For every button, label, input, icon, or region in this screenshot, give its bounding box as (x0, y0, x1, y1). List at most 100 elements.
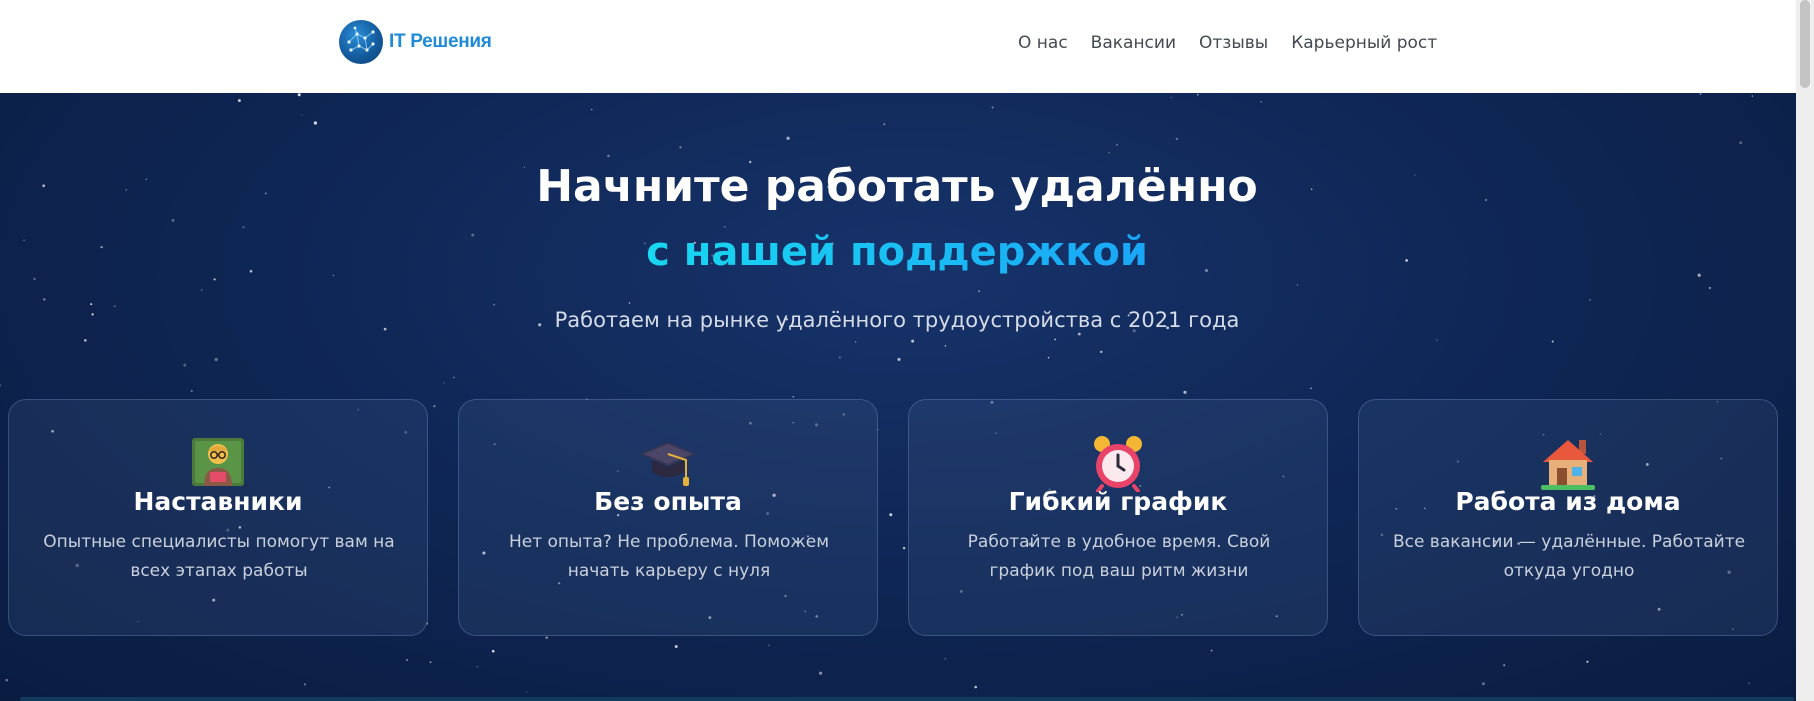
star (1551, 340, 1554, 343)
star (883, 123, 886, 126)
star (628, 302, 631, 304)
star (1196, 93, 1199, 96)
star (1054, 338, 1057, 341)
star (1481, 682, 1485, 686)
star (1170, 96, 1173, 99)
star (0, 384, 2, 387)
teacher-icon (9, 434, 427, 492)
hero-subtitle: с нашей поддержкой (0, 225, 1794, 279)
star (1751, 95, 1754, 97)
feature-card-remote: Работа из дома Все вакансии — удалённые.… (1358, 399, 1778, 636)
logo-text: IT Решения (389, 31, 492, 52)
star (43, 298, 46, 301)
star (443, 382, 445, 384)
star (1708, 286, 1711, 290)
star (406, 658, 408, 661)
star (679, 146, 682, 149)
feature-card-mentors: Наставники Опытные специалисты помогут в… (8, 399, 428, 636)
nav-item-reviews[interactable]: Отзывы (1199, 30, 1268, 56)
brain-network-icon (339, 20, 383, 64)
card-text: Работайте в удобное время. Свой график п… (967, 532, 1271, 581)
graduation-cap-icon (459, 434, 877, 492)
star (1210, 649, 1213, 652)
feature-card-flexible: Гибкий график Работайте в удобное время.… (908, 399, 1328, 636)
star (1589, 298, 1591, 301)
hero-title: Начните работать удалённо (536, 161, 1258, 212)
star (453, 376, 455, 379)
main-nav: О нас Вакансии Отзывы Карьерный рост (1018, 30, 1437, 56)
star (297, 93, 301, 97)
star (526, 691, 528, 693)
star (1436, 339, 1438, 341)
star (1296, 284, 1299, 286)
star (607, 154, 610, 158)
star (974, 685, 977, 689)
house-icon (1359, 434, 1777, 492)
star (1047, 357, 1050, 359)
card-text: Опытные специалисты помогут вам на всех … (43, 532, 395, 581)
star (190, 389, 193, 392)
star (819, 671, 823, 675)
star (897, 357, 901, 361)
card-title: Без опыта (594, 487, 742, 516)
star (1260, 101, 1262, 103)
star (1175, 137, 1178, 141)
star (200, 289, 203, 291)
star (591, 108, 593, 111)
star (1503, 664, 1506, 667)
star (838, 356, 841, 359)
star (301, 114, 303, 117)
star (476, 666, 479, 668)
star (1310, 387, 1312, 390)
star (171, 218, 175, 222)
hero-subtitle-text: с нашей поддержкой (646, 229, 1148, 275)
star (83, 339, 87, 342)
star (1183, 390, 1187, 394)
feature-cards: Наставники Опытные специалисты помогут в… (8, 399, 1778, 636)
site-header: IT Решения О нас Вакансии Отзывы Карьерн… (0, 0, 1814, 93)
scrollbar-track[interactable] (1796, 0, 1814, 701)
card-title: Работа из дома (1455, 487, 1681, 516)
star (545, 636, 548, 639)
star (1748, 682, 1750, 685)
star (1108, 152, 1110, 154)
star (991, 106, 994, 109)
star (978, 290, 980, 292)
star (1115, 143, 1119, 146)
card-title: Гибкий график (1008, 487, 1228, 516)
star (429, 661, 432, 664)
star (1739, 141, 1743, 145)
logo-link[interactable]: IT Решения (339, 19, 492, 65)
star (911, 339, 915, 343)
card-text: Нет опыта? Не проблема. Поможем начать к… (508, 532, 830, 581)
feature-card-no-experience: Без опыта Нет опыта? Не проблема. Поможе… (458, 399, 878, 636)
star (1100, 350, 1103, 354)
star (237, 99, 241, 103)
star (786, 136, 790, 140)
star (1586, 660, 1589, 663)
nav-item-about[interactable]: О нас (1018, 30, 1068, 56)
star (5, 678, 8, 682)
star (768, 644, 770, 647)
star (303, 683, 307, 686)
nav-item-career[interactable]: Карьерный рост (1291, 30, 1437, 56)
card-title: Наставники (133, 487, 303, 516)
scrollbar-thumb[interactable] (1800, 0, 1810, 88)
section-divider (20, 697, 1794, 701)
star (313, 121, 318, 125)
star (855, 341, 857, 343)
star (944, 345, 947, 347)
card-text: Все вакансии — удалённые. Работайте отку… (1392, 532, 1746, 581)
star (944, 658, 946, 660)
page: IT Решения О нас Вакансии Отзывы Карьерн… (0, 0, 1814, 701)
alarm-clock-icon (909, 434, 1327, 492)
star (491, 649, 495, 653)
star (214, 357, 218, 362)
nav-item-vacancies[interactable]: Вакансии (1091, 30, 1176, 56)
star (674, 645, 678, 648)
star (183, 363, 187, 367)
hero-section: Начните работать удалённо с нашей поддер… (0, 93, 1814, 701)
star (792, 396, 794, 398)
hero-lead: Работаем на рынке удалённого трудоустрой… (554, 308, 1240, 332)
star (1699, 93, 1702, 96)
